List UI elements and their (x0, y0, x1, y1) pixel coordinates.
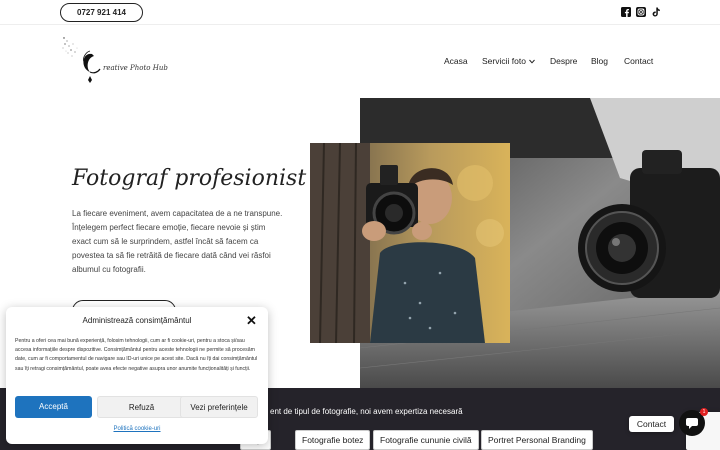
logo-text: reative Photo Hub (103, 64, 168, 72)
cookie-dialog-title: Administrează consimțământul (82, 316, 192, 325)
menu-item-acasa[interactable]: Acasa (444, 56, 468, 66)
logo[interactable] (60, 32, 170, 90)
hero-title: Fotograf profesionist (72, 166, 307, 191)
hero-description: La fiecare eveniment, avem capacitatea d… (72, 209, 283, 274)
menu-item-servicii-foto[interactable]: Servicii foto (482, 56, 526, 66)
close-icon[interactable]: ✕ (246, 314, 257, 327)
cookie-dialog-text: Pentru a oferi cea mai bună experiență, … (15, 338, 258, 372)
cookie-policy-link[interactable]: Politică cookie-uri (6, 426, 268, 432)
chevron-down-icon[interactable] (529, 59, 535, 64)
accept-button[interactable]: Acceptă (15, 396, 92, 418)
facebook-icon[interactable] (621, 7, 631, 17)
chat-icon (686, 418, 698, 429)
services-band-text: ent de tipul de fotografie, noi avem exp… (270, 407, 463, 416)
service-chip-botez[interactable]: Fotografie botez (295, 430, 371, 450)
service-chip-portret[interactable]: Portret Personal Branding (481, 430, 593, 450)
menu-item-contact[interactable]: Contact (624, 56, 653, 66)
cookie-consent-dialog: Administrează consimțământul ✕ Pentru a … (6, 307, 268, 444)
photographer-photo (310, 143, 510, 343)
preferences-button[interactable]: Vezi preferințele (180, 396, 258, 418)
chat-contact-label[interactable]: Contact (629, 416, 674, 432)
service-chip-cununie-civila[interactable]: Fotografie cununie civilă (373, 430, 479, 450)
menu-item-blog[interactable]: Blog (591, 56, 608, 66)
instagram-icon[interactable] (636, 7, 646, 17)
tiktok-icon[interactable] (651, 7, 661, 17)
phone-button[interactable]: 0727 921 414 (60, 3, 143, 22)
menu-item-despre[interactable]: Despre (550, 56, 577, 66)
refuse-button[interactable]: Refuză (97, 396, 186, 418)
chat-notification-badge: 1 (700, 408, 708, 416)
